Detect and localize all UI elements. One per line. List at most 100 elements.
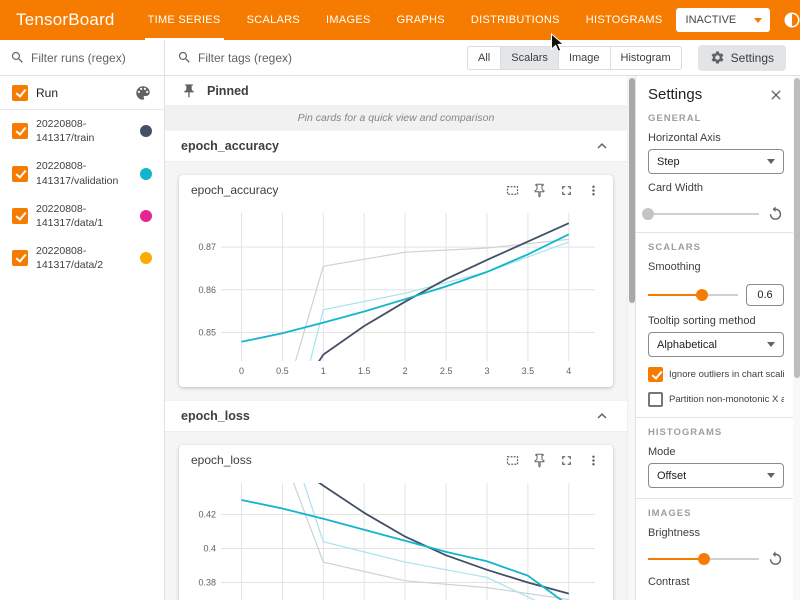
line-chart-epoch-loss[interactable]: 00.511.522.533.540.360.380.40.42 [183,475,609,600]
run-checkbox[interactable] [12,250,28,266]
filter-runs-input[interactable] [31,51,149,65]
chevron-down-icon [754,18,762,23]
card-width-slider[interactable] [648,213,759,215]
partition-x-axis-row[interactable]: Partition non-monotonic X axis [648,392,784,407]
tab-distributions[interactable]: DISTRIBUTIONS [458,0,573,40]
more-vert-icon[interactable] [586,453,601,468]
divider [636,498,800,499]
reset-icon[interactable] [767,205,784,222]
smoothing-label: Smoothing [648,261,784,273]
svg-text:1: 1 [321,366,326,376]
tab-label: IMAGES [326,14,371,26]
tag-filter-all[interactable]: All [467,46,501,70]
settings-scrollbar[interactable] [793,76,800,600]
brightness-slider[interactable] [648,558,759,560]
card-width-control [648,205,784,222]
tag-filter-label: Image [569,52,600,64]
chevron-up-icon[interactable] [593,137,611,155]
tag-filter-image[interactable]: Image [558,46,611,70]
main-scrollbar[interactable] [627,76,635,600]
palette-icon[interactable] [134,84,152,102]
svg-text:3.5: 3.5 [522,366,535,376]
pinned-title: Pinned [207,84,249,98]
tag-filter-scalars[interactable]: Scalars [500,46,559,70]
tab-label: SCALARS [247,14,300,26]
histogram-mode-label: Mode [648,446,784,458]
divider [636,417,800,418]
settings-panel: Settings GENERAL Horizontal Axis Step Ca… [635,76,800,600]
close-icon[interactable] [768,87,784,103]
run-row-data-1[interactable]: 20220808-141317/data/1 [0,195,164,237]
tab-time-series[interactable]: TIME SERIES [135,0,234,40]
section-header-epoch-loss[interactable]: epoch_loss [165,400,627,432]
reset-icon[interactable] [767,550,784,567]
filter-tags-input[interactable] [198,51,398,65]
partition-x-axis-label: Partition non-monotonic X axis [669,394,784,405]
tab-histograms[interactable]: HISTOGRAMS [573,0,676,40]
horizontal-axis-select[interactable]: Step [648,149,784,174]
tab-images[interactable]: IMAGES [313,0,384,40]
run-checkbox[interactable] [12,123,28,139]
more-vert-icon[interactable] [586,183,601,198]
fit-domain-icon[interactable] [505,183,520,198]
smoothing-value-input[interactable] [746,284,784,306]
run-color-dot [140,252,152,264]
horizontal-axis-value: Step [657,156,680,168]
pin-icon[interactable] [532,183,547,198]
svg-text:0.4: 0.4 [203,544,216,554]
scrollbar-thumb[interactable] [794,78,800,378]
slider-thumb[interactable] [642,208,654,220]
fit-domain-icon[interactable] [505,453,520,468]
tooltip-sorting-select[interactable]: Alphabetical [648,332,784,357]
run-color-dot [140,210,152,222]
app-logo: TensorBoard [16,10,115,30]
ignore-outliers-checkbox[interactable] [648,367,663,382]
slider-thumb[interactable] [696,289,708,301]
search-icon [177,50,192,65]
status-value: INACTIVE [686,14,737,26]
tab-graphs[interactable]: GRAPHS [384,0,458,40]
histogram-mode-select[interactable]: Offset [648,463,784,488]
search-icon [10,50,25,65]
smoothing-control [648,284,784,306]
chevron-up-icon[interactable] [593,407,611,425]
horizontal-axis-label: Horizontal Axis [648,132,784,144]
chevron-down-icon [767,342,775,347]
svg-text:0.5: 0.5 [276,366,289,376]
ignore-outliers-row[interactable]: Ignore outliers in chart scaling [648,367,784,382]
partition-x-axis-checkbox[interactable] [648,392,663,407]
fullscreen-icon[interactable] [559,183,574,198]
settings-button-label: Settings [731,51,774,65]
reload-status-select[interactable]: INACTIVE [676,8,771,32]
settings-button[interactable]: Settings [698,45,786,71]
contrast-label: Contrast [648,576,784,588]
slider-thumb[interactable] [698,553,710,565]
section-header-epoch-accuracy[interactable]: epoch_accuracy [165,130,627,162]
run-checkbox[interactable] [12,208,28,224]
tooltip-sorting-value: Alphabetical [657,339,717,351]
run-row-validation[interactable]: 20220808-141317/validation [0,152,164,194]
run-select-all-checkbox[interactable] [12,85,28,101]
smoothing-slider[interactable] [648,294,738,296]
card-toolbar [505,453,601,468]
svg-text:0.38: 0.38 [198,578,216,588]
pin-icon[interactable] [532,453,547,468]
run-label: 20220808-141317/train [36,117,122,145]
svg-text:1.5: 1.5 [358,366,371,376]
cards-main-area: Pinned Pin cards for a quick view and co… [165,76,627,600]
line-chart-epoch-accuracy[interactable]: 00.511.522.533.540.850.860.87 [183,205,609,383]
tag-filter-histogram[interactable]: Histogram [610,46,682,70]
fullscreen-icon[interactable] [559,453,574,468]
run-checkbox[interactable] [12,166,28,182]
section-body: epoch_loss 00.511.522.533.540.360.380.40… [165,432,627,600]
tab-scalars[interactable]: SCALARS [234,0,313,40]
run-row-train[interactable]: 20220808-141317/train [0,110,164,152]
filter-runs-container [0,40,165,75]
gear-icon [710,50,725,65]
run-row-data-2[interactable]: 20220808-141317/data/2 [0,237,164,279]
dark-mode-icon[interactable] [782,10,800,30]
svg-text:0: 0 [239,366,244,376]
tab-label: GRAPHS [397,14,445,26]
card-header: epoch_accuracy [179,175,613,205]
card-title: epoch_loss [191,453,252,467]
